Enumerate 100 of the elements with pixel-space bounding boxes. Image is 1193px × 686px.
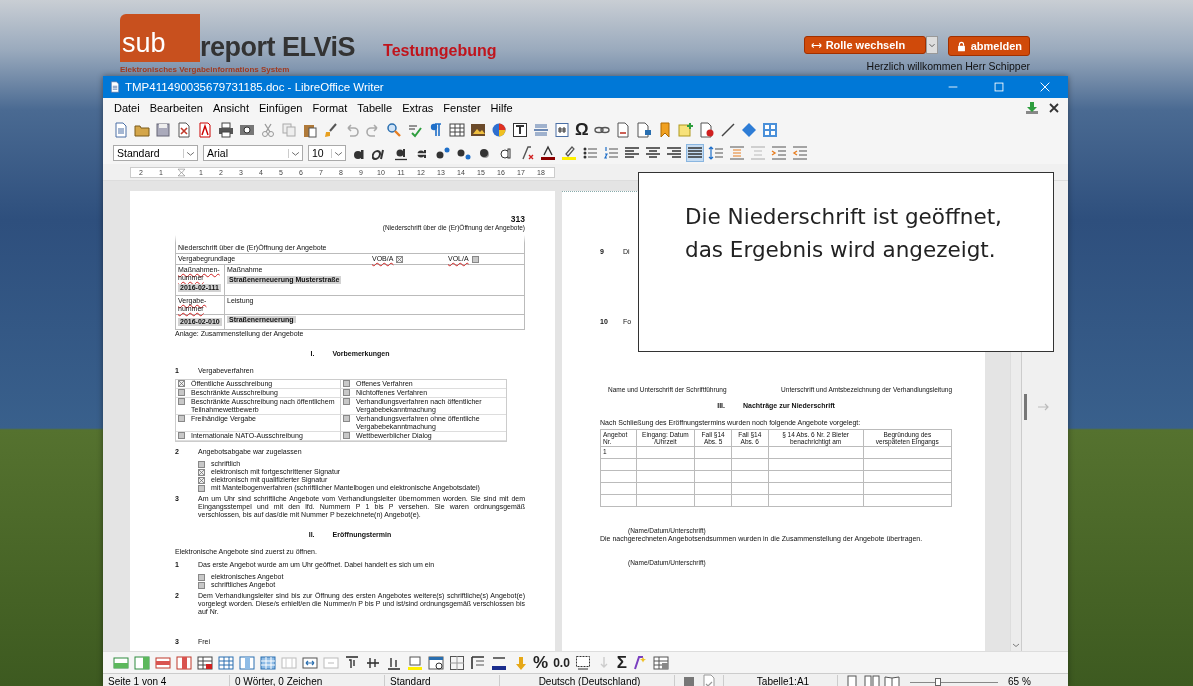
delete-column-icon[interactable] [176,654,192,671]
checkbox[interactable] [343,380,350,387]
slider-thumb[interactable] [935,677,942,686]
checkbox[interactable] [198,460,205,468]
split-cells-icon[interactable] [302,654,318,671]
checkbox[interactable] [343,389,350,396]
comment-icon[interactable] [677,122,694,138]
checkbox[interactable] [178,398,185,405]
caret-icon[interactable] [331,148,345,158]
line-icon[interactable] [719,122,736,138]
grid-icon[interactable] [761,122,778,138]
select-column-icon[interactable] [239,654,255,671]
checkbox[interactable] [198,476,205,484]
delete-table-icon[interactable] [197,654,213,671]
sum-button[interactable]: Σ [616,654,627,671]
page-break-icon[interactable] [533,122,549,138]
caret-icon[interactable] [183,148,197,158]
footnote-icon[interactable] [614,122,631,138]
highlight-icon[interactable] [561,145,577,161]
printer-icon[interactable] [218,122,234,138]
border-style-icon[interactable] [470,654,486,671]
line-spacing-icon[interactable] [708,145,724,161]
menu-item[interactable]: Tabelle [352,102,398,114]
menu-item[interactable]: Ansicht [207,102,254,114]
checkbox[interactable] [343,415,350,422]
logout-button[interactable]: abmelden [947,36,1030,56]
align-left-icon[interactable] [624,145,640,161]
align-top-icon[interactable] [344,654,360,671]
merge-cells-icon[interactable] [281,654,297,671]
delete-row-icon[interactable] [155,654,171,671]
paste-icon[interactable] [302,122,318,138]
pdf-icon[interactable] [197,122,213,138]
insert-row-icon[interactable] [113,654,129,671]
new-document-icon[interactable] [113,122,129,138]
menu-item[interactable]: Fenster [438,102,486,114]
autoformat-icon[interactable] [428,654,444,671]
insert-column-icon[interactable] [134,654,150,671]
number-format-icon[interactable] [574,654,591,671]
pilcrow-icon[interactable] [428,122,444,138]
select-cell-icon[interactable] [260,654,276,671]
undo-icon[interactable] [344,122,360,138]
outline-font-icon[interactable] [498,145,514,161]
save-icon[interactable] [155,122,171,138]
signature-icon[interactable] [701,673,717,686]
diamond-shape-icon[interactable] [740,122,757,138]
menu-item[interactable]: Extras [397,102,439,114]
cut-icon[interactable] [260,122,276,138]
print-preview-icon[interactable] [239,122,255,138]
checkbox[interactable] [178,415,185,422]
percent-format-button[interactable]: % [533,654,549,671]
download-icon[interactable] [1024,100,1040,116]
checkbox[interactable] [198,581,205,589]
track-changes-icon[interactable] [698,122,715,138]
paragraph-spacing-icon[interactable] [729,145,745,161]
text-box-icon[interactable] [512,122,528,138]
caret-icon[interactable] [1012,641,1020,649]
bullet-list-icon[interactable] [582,145,598,161]
font-size-field[interactable]: 10 [308,145,346,161]
endnote-icon[interactable] [635,122,652,138]
zoom-slider[interactable] [910,677,998,686]
indent-icon[interactable] [771,145,787,161]
checkbox[interactable] [198,573,205,581]
checkbox[interactable] [198,468,205,476]
checkbox[interactable] [198,484,205,492]
spelling-icon[interactable] [407,122,423,138]
multi-page-view-icon[interactable] [864,673,880,686]
checkbox[interactable] [343,398,350,405]
menu-item[interactable]: Bearbeiten [144,102,208,114]
justify-icon[interactable] [687,145,703,161]
export-icon[interactable] [176,122,192,138]
font-name-field[interactable]: Arial [203,145,303,161]
align-center-icon[interactable] [645,145,661,161]
outdent-icon[interactable] [792,145,808,161]
brush-icon[interactable] [323,122,339,138]
table-properties-icon[interactable] [653,654,669,671]
redo-icon[interactable] [365,122,381,138]
select-table-icon[interactable] [218,654,234,671]
font-color-icon[interactable] [540,145,556,161]
table-icon[interactable] [449,122,465,138]
checkbox[interactable] [343,432,350,439]
decimal-format-button[interactable]: 0.0 [553,654,570,671]
clear-formatting-icon[interactable] [519,145,535,161]
numbered-list-icon[interactable] [603,145,619,161]
superscript-icon[interactable] [435,145,451,161]
border-color-icon[interactable] [491,654,507,671]
background-color-icon[interactable] [407,654,423,671]
image-icon[interactable] [470,122,486,138]
checkbox[interactable] [178,389,185,396]
field-icon[interactable] [554,122,570,138]
borders-icon[interactable] [449,654,465,671]
open-folder-icon[interactable] [134,122,150,138]
role-dropdown[interactable]: Rolle wechseln [803,36,926,54]
pie-chart-icon[interactable] [491,122,507,138]
checkbox[interactable] [396,255,404,263]
checkbox[interactable] [178,380,185,387]
formula-icon[interactable] [632,654,648,671]
checkbox[interactable] [178,432,185,439]
caret-icon[interactable] [288,148,302,158]
indent-marker-icon[interactable] [176,166,186,178]
checkbox[interactable] [471,255,479,263]
